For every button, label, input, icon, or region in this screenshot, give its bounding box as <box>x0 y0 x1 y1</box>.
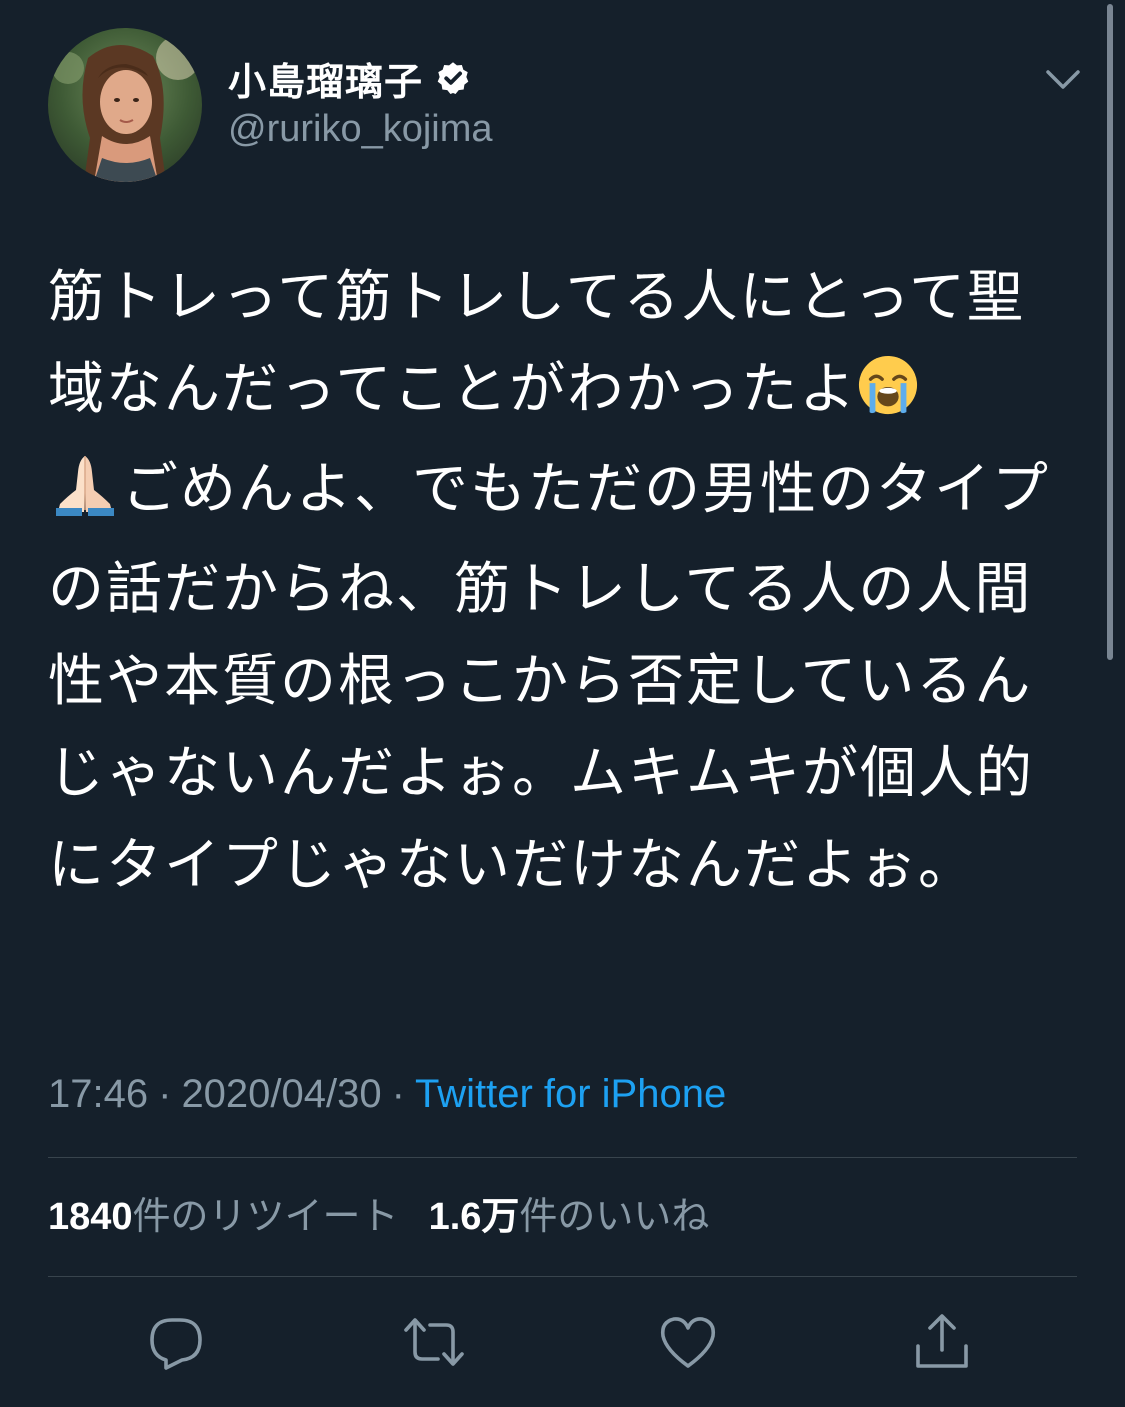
tweet-time: 17:46 <box>48 1072 149 1116</box>
chevron-down-icon[interactable] <box>1044 66 1082 94</box>
tweet-detail: 小島瑠璃子 @ruriko_kojima 筋トレって筋トレしてる人にとって聖域な… <box>0 0 1125 1407</box>
tweet-meta: 17:46 · 2020/04/30 · Twitter for iPhone <box>48 1068 726 1120</box>
like-button[interactable] <box>658 1312 718 1372</box>
tweet-text: 筋トレって筋トレしてる人にとって聖域なんだってことがわかったよ ごめんよ、でもただ… <box>48 252 1058 912</box>
share-button[interactable] <box>912 1312 972 1372</box>
tweet-stats: 1840件のリツイート 1.6万件のいいね <box>48 1190 709 1243</box>
likes-count: 1.6万 <box>428 1196 520 1238</box>
divider <box>48 1276 1077 1277</box>
avatar[interactable] <box>48 28 202 182</box>
heart-icon <box>660 1317 716 1368</box>
likes-label: 件のいいね <box>519 1194 710 1238</box>
tweet-date: 2020/04/30 <box>181 1072 382 1116</box>
likes-stat[interactable]: 1.6万件のいいね <box>429 1194 710 1238</box>
folded-hands-icon <box>48 450 122 544</box>
author-handle[interactable]: @ruriko_kojima <box>228 108 493 151</box>
retweets-count: 1840 <box>48 1196 133 1238</box>
divider <box>48 1157 1077 1158</box>
profile-photo <box>48 28 202 182</box>
tweet-text-part2: ごめんよ、でもただの男性のタイプの話だからね、筋トレしてる人の人間性や本質の根っ… <box>48 457 1050 898</box>
retweets-label: 件のリツイート <box>132 1194 399 1238</box>
meta-separator: · <box>158 1072 172 1116</box>
retweet-button[interactable] <box>402 1312 464 1372</box>
tweet-source-link[interactable]: Twitter for iPhone <box>415 1072 726 1116</box>
reply-icon <box>150 1318 202 1370</box>
reply-button[interactable] <box>146 1312 206 1372</box>
meta-separator: · <box>391 1072 405 1116</box>
loudly-crying-face-icon <box>857 352 919 444</box>
display-name[interactable]: 小島瑠璃子 <box>228 51 423 106</box>
retweet-icon <box>404 1318 464 1366</box>
author-name-row[interactable]: 小島瑠璃子 <box>228 52 471 104</box>
share-icon <box>916 1314 968 1368</box>
scrollbar[interactable] <box>1107 4 1113 660</box>
retweets-stat[interactable]: 1840件のリツイート <box>48 1194 399 1238</box>
verified-badge-icon <box>437 62 469 95</box>
